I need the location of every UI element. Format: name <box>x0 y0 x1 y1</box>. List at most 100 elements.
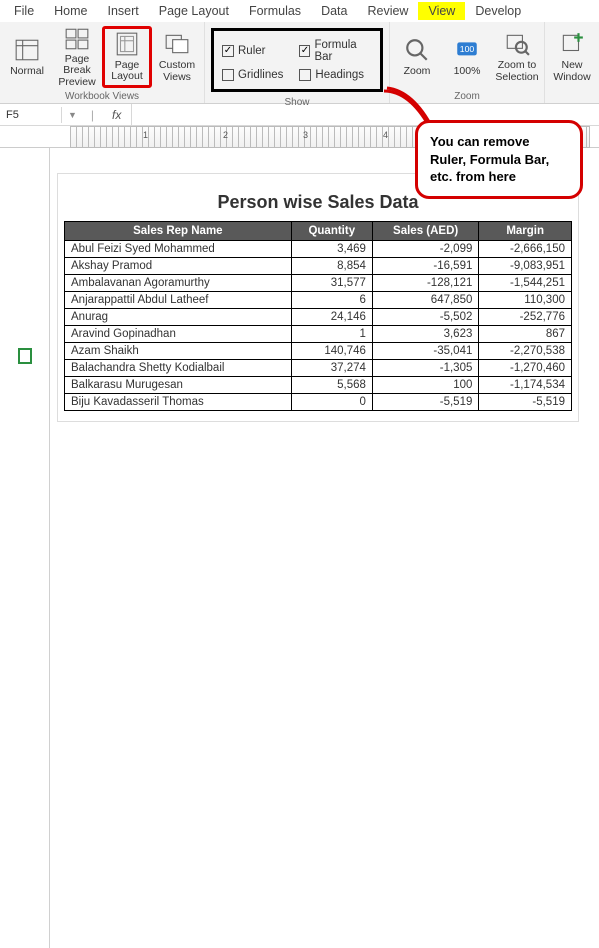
page-break-preview-button[interactable]: Page Break Preview <box>52 26 102 88</box>
table-row[interactable]: Abul Feizi Syed Mohammed3,469-2,099-2,66… <box>65 241 572 258</box>
zoom-label: Zoom <box>404 66 431 78</box>
table-header: Margin <box>479 222 572 241</box>
page-layout-label: Page Layout <box>109 60 145 83</box>
name-cell[interactable]: Ambalavanan Agoramurthy <box>65 275 292 292</box>
value-cell[interactable]: -5,502 <box>372 309 478 326</box>
normal-view-button[interactable]: Normal <box>2 26 52 88</box>
name-cell[interactable]: Akshay Pramod <box>65 258 292 275</box>
custom-views-icon <box>163 30 191 58</box>
tab-formulas[interactable]: Formulas <box>239 2 311 20</box>
value-cell[interactable]: -1,544,251 <box>479 275 572 292</box>
table-row[interactable]: Anurag24,146-5,502-252,776 <box>65 309 572 326</box>
value-cell[interactable]: -1,270,460 <box>479 360 572 377</box>
custom-views-label: Custom Views <box>156 60 198 83</box>
page-layout-icon <box>113 31 141 58</box>
zoom-selection-icon <box>503 30 531 58</box>
fx-button[interactable]: fx <box>102 108 131 122</box>
value-cell[interactable]: 100 <box>372 377 478 394</box>
table-header: Quantity <box>291 222 372 241</box>
value-cell[interactable]: -5,519 <box>372 394 478 411</box>
table-header: Sales (AED) <box>372 222 478 241</box>
name-cell[interactable]: Anjarappattil Abdul Latheef <box>65 292 292 309</box>
ruler-checkbox[interactable]: ✓Ruler <box>222 39 283 63</box>
group-show: ✓Ruler ✓Formula Bar Gridlines Headings S… <box>205 22 390 103</box>
name-cell[interactable]: Abul Feizi Syed Mohammed <box>65 241 292 258</box>
value-cell[interactable]: -1,174,534 <box>479 377 572 394</box>
zoom-selection-button[interactable]: Zoom to Selection <box>492 26 542 88</box>
gridlines-checkbox[interactable]: Gridlines <box>222 69 283 81</box>
table-row[interactable]: Balachandra Shetty Kodialbail37,274-1,30… <box>65 360 572 377</box>
value-cell[interactable]: -2,099 <box>372 241 478 258</box>
value-cell[interactable]: -16,591 <box>372 258 478 275</box>
headings-checkbox[interactable]: Headings <box>299 69 372 81</box>
table-row[interactable]: Ambalavanan Agoramurthy31,577-128,121-1,… <box>65 275 572 292</box>
value-cell[interactable]: -5,519 <box>479 394 572 411</box>
value-cell[interactable]: 5,568 <box>291 377 372 394</box>
vertical-ruler <box>0 148 50 948</box>
value-cell[interactable]: -128,121 <box>372 275 478 292</box>
normal-label: Normal <box>10 66 44 78</box>
name-cell[interactable]: Biju Kavadasseril Thomas <box>65 394 292 411</box>
value-cell[interactable]: 6 <box>291 292 372 309</box>
value-cell[interactable]: 867 <box>479 326 572 343</box>
name-cell[interactable]: Azam Shaikh <box>65 343 292 360</box>
tab-file[interactable]: File <box>4 2 44 20</box>
new-window-button[interactable]: New Window <box>547 26 597 88</box>
table-row[interactable]: Aravind Gopinadhan13,623867 <box>65 326 572 343</box>
formula-bar-checkbox[interactable]: ✓Formula Bar <box>299 39 372 63</box>
menu-bar: File Home Insert Page Layout Formulas Da… <box>0 0 599 22</box>
zoom-100-label: 100% <box>454 66 481 78</box>
value-cell[interactable]: -35,041 <box>372 343 478 360</box>
value-cell[interactable]: 0 <box>291 394 372 411</box>
tab-home[interactable]: Home <box>44 2 97 20</box>
name-cell[interactable]: Anurag <box>65 309 292 326</box>
value-cell[interactable]: -2,666,150 <box>479 241 572 258</box>
value-cell[interactable]: 37,274 <box>291 360 372 377</box>
page-layout-page: Person wise Sales Data Sales Rep NameQua… <box>58 174 578 421</box>
new-window-label: New Window <box>551 60 593 83</box>
table-row[interactable]: Balkarasu Murugesan5,568100-1,174,534 <box>65 377 572 394</box>
unchecked-icon <box>299 69 311 81</box>
tab-review[interactable]: Review <box>357 2 418 20</box>
name-cell[interactable]: Balachandra Shetty Kodialbail <box>65 360 292 377</box>
tab-developer[interactable]: Develop <box>465 2 531 20</box>
table-header: Sales Rep Name <box>65 222 292 241</box>
value-cell[interactable]: 31,577 <box>291 275 372 292</box>
unchecked-icon <box>222 69 234 81</box>
value-cell[interactable]: -1,305 <box>372 360 478 377</box>
value-cell[interactable]: 647,850 <box>372 292 478 309</box>
tab-view[interactable]: View <box>418 2 465 20</box>
value-cell[interactable]: -9,083,951 <box>479 258 572 275</box>
name-box[interactable]: F5 <box>0 107 62 123</box>
svg-text:100: 100 <box>460 44 475 54</box>
zoom-button[interactable]: Zoom <box>392 26 442 88</box>
table-row[interactable]: Anjarappattil Abdul Latheef6647,850110,3… <box>65 292 572 309</box>
ribbon: Normal Page Break Preview Page Layout Cu… <box>0 22 599 104</box>
value-cell[interactable]: 3,469 <box>291 241 372 258</box>
page-layout-button[interactable]: Page Layout <box>102 26 152 88</box>
check-icon: ✓ <box>222 45 234 57</box>
value-cell[interactable]: 24,146 <box>291 309 372 326</box>
value-cell[interactable]: 1 <box>291 326 372 343</box>
tab-insert[interactable]: Insert <box>98 2 149 20</box>
zoom-selection-label: Zoom to Selection <box>495 60 538 83</box>
normal-view-icon <box>13 36 41 64</box>
value-cell[interactable]: 8,854 <box>291 258 372 275</box>
zoom-icon <box>403 36 431 64</box>
name-cell[interactable]: Aravind Gopinadhan <box>65 326 292 343</box>
value-cell[interactable]: 3,623 <box>372 326 478 343</box>
table-row[interactable]: Biju Kavadasseril Thomas0-5,519-5,519 <box>65 394 572 411</box>
name-cell[interactable]: Balkarasu Murugesan <box>65 377 292 394</box>
value-cell[interactable]: 110,300 <box>479 292 572 309</box>
value-cell[interactable]: -252,776 <box>479 309 572 326</box>
tab-page-layout[interactable]: Page Layout <box>149 2 239 20</box>
tab-data[interactable]: Data <box>311 2 357 20</box>
value-cell[interactable]: -2,270,538 <box>479 343 572 360</box>
zoom-100-button[interactable]: 100 100% <box>442 26 492 88</box>
name-box-dropdown-icon[interactable]: ▼ <box>62 110 83 120</box>
table-row[interactable]: Akshay Pramod8,854-16,591-9,083,951 <box>65 258 572 275</box>
table-row[interactable]: Azam Shaikh140,746-35,041-2,270,538 <box>65 343 572 360</box>
zoom-100-icon: 100 <box>453 36 481 64</box>
custom-views-button[interactable]: Custom Views <box>152 26 202 88</box>
value-cell[interactable]: 140,746 <box>291 343 372 360</box>
